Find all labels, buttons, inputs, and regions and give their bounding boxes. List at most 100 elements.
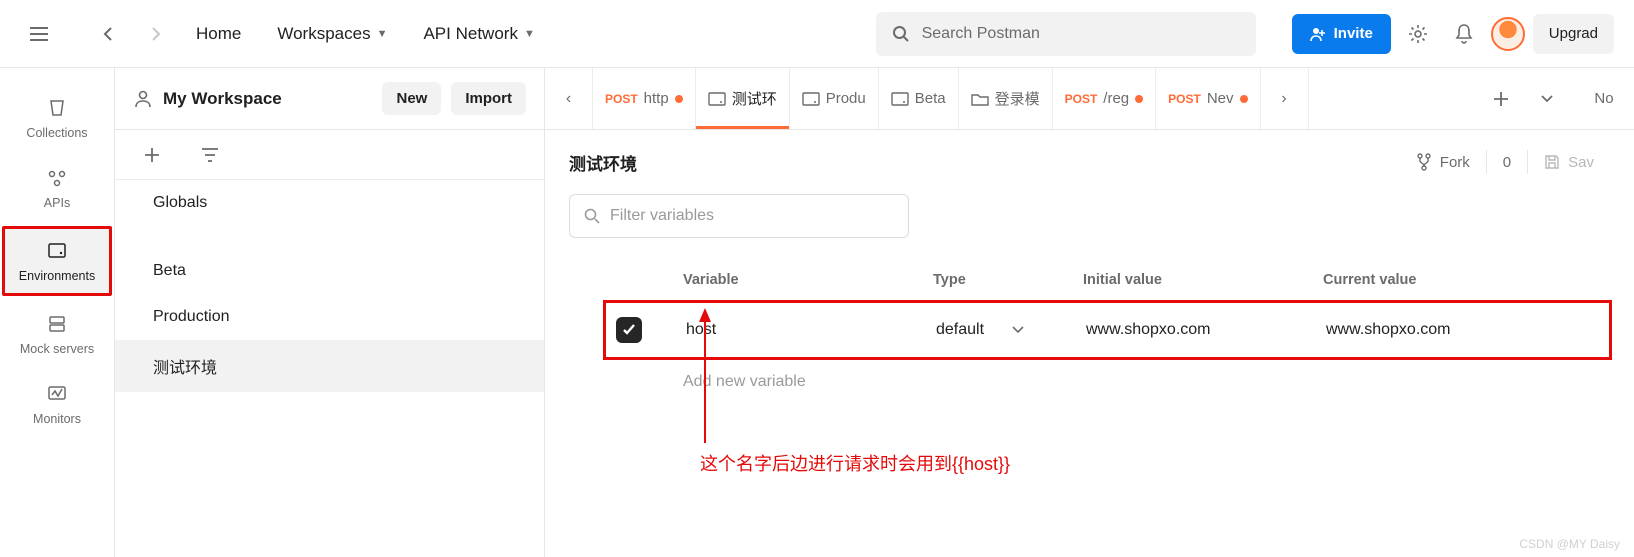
tab-http[interactable]: POST http [593,68,696,129]
nav-api-network[interactable]: API Network ▼ [409,16,548,52]
tab-label: Produ [826,90,866,107]
filter-variables-input[interactable]: Filter variables [569,194,909,238]
fork-icon [1416,153,1432,171]
notifications-button[interactable] [1445,15,1483,53]
save-icon [1544,154,1560,170]
workspace-name: My Workspace [163,89,372,109]
variable-checkbox[interactable] [616,317,642,343]
environments-icon [45,239,69,263]
tab-label: 登录模 [995,88,1040,109]
nav-workspaces[interactable]: Workspaces ▼ [263,16,401,52]
nav-home-label: Home [196,24,241,44]
tab-reg[interactable]: POST /reg [1053,68,1157,129]
menu-icon[interactable] [20,15,58,53]
save-label: Sav [1568,154,1594,171]
nav-api-network-label: API Network [423,24,517,44]
nav-home[interactable]: Home [182,16,255,52]
new-button[interactable]: New [382,82,441,115]
rail-apis[interactable]: APIs [0,156,114,220]
filter-button[interactable] [191,136,229,174]
tab-options-button[interactable] [1528,80,1566,118]
chevron-down-icon: ▼ [377,28,388,40]
search-icon [892,25,910,43]
col-current: Current value [1323,272,1563,288]
person-icon [133,89,153,109]
user-avatar[interactable] [1491,17,1525,51]
env-icon [708,92,726,106]
import-button[interactable]: Import [451,82,526,115]
initial-value-cell[interactable]: www.shopxo.com [1086,321,1326,339]
person-plus-icon [1310,26,1326,42]
annotation-text: 这个名字后边进行请求时会用到{{host}} [700,450,1010,476]
variable-name-cell[interactable]: host [686,321,936,339]
no-environment-indicator[interactable]: No [1574,68,1634,129]
tab-produ[interactable]: Produ [790,68,879,129]
mock-servers-icon [45,312,69,336]
fork-button[interactable]: Fork [1400,153,1486,171]
filter-placeholder: Filter variables [610,207,714,225]
upgrade-button[interactable]: Upgrad [1533,14,1614,54]
tabs-next[interactable]: › [1261,68,1309,129]
tab-label: Beta [915,90,946,107]
sidebar-env-beta[interactable]: Beta [115,248,544,294]
rail-environments-label: Environments [19,269,95,283]
search-placeholder: Search Postman [922,25,1040,43]
tab-label: Nev [1207,90,1234,107]
sidebar-env-production[interactable]: Production [115,294,544,340]
dirty-indicator [1135,95,1143,103]
method-label: POST [605,92,638,106]
add-environment-button[interactable] [133,136,171,174]
nav-workspaces-label: Workspaces [277,24,370,44]
invite-label: Invite [1334,25,1373,42]
variable-type-cell[interactable]: default [936,321,1086,339]
current-value-cell[interactable]: www.shopxo.com [1326,321,1566,339]
forward-button[interactable] [136,15,174,53]
fork-count[interactable]: 0 [1487,154,1527,171]
invite-button[interactable]: Invite [1292,14,1391,54]
sidebar-env-test[interactable]: 测试环境 [115,340,544,392]
sidebar-globals[interactable]: Globals [115,180,544,226]
env-icon [891,92,909,106]
col-type: Type [933,272,1083,288]
new-tab-button[interactable] [1482,80,1520,118]
watermark: CSDN @MY Daisy [1519,537,1620,551]
monitors-icon [45,382,69,406]
col-variable: Variable [683,272,933,288]
tab-nev[interactable]: POST Nev [1156,68,1260,129]
tabs-prev[interactable]: ‹ [545,68,593,129]
folder-icon [971,92,989,106]
col-initial: Initial value [1083,272,1323,288]
back-button[interactable] [90,15,128,53]
rail-apis-label: APIs [44,196,70,210]
variables-header: Variable Type Initial value Current valu… [605,258,1610,302]
dirty-indicator [1240,95,1248,103]
rail-collections-label: Collections [26,126,87,140]
apis-icon [45,166,69,190]
save-button[interactable]: Sav [1528,154,1610,171]
dirty-indicator [675,95,683,103]
search-icon [584,208,600,224]
tab-label: http [644,90,669,107]
chevron-down-icon [1012,326,1024,334]
tab-label: /reg [1103,90,1129,107]
variable-row[interactable]: host default www.shopxo.com www.shopxo.c… [608,305,1607,355]
tab-beta[interactable]: Beta [879,68,959,129]
global-search[interactable]: Search Postman [876,12,1256,56]
add-variable-row[interactable]: Add new variable [605,358,1610,406]
rail-monitors-label: Monitors [33,412,81,426]
rail-environments[interactable]: Environments [5,229,109,293]
settings-button[interactable] [1399,15,1437,53]
chevron-down-icon: ▼ [524,28,535,40]
rail-monitors[interactable]: Monitors [0,372,114,436]
tab-login-folder[interactable]: 登录模 [959,68,1053,129]
method-label: POST [1065,92,1098,106]
rail-mock-servers-label: Mock servers [20,342,94,356]
tab-test-env[interactable]: 测试环 [696,68,790,129]
method-label: POST [1168,92,1201,106]
upgrade-label: Upgrad [1549,25,1598,42]
rail-mock-servers[interactable]: Mock servers [0,302,114,366]
env-icon [802,92,820,106]
collections-icon [45,96,69,120]
tab-label: 测试环 [732,88,777,109]
rail-collections[interactable]: Collections [0,86,114,150]
